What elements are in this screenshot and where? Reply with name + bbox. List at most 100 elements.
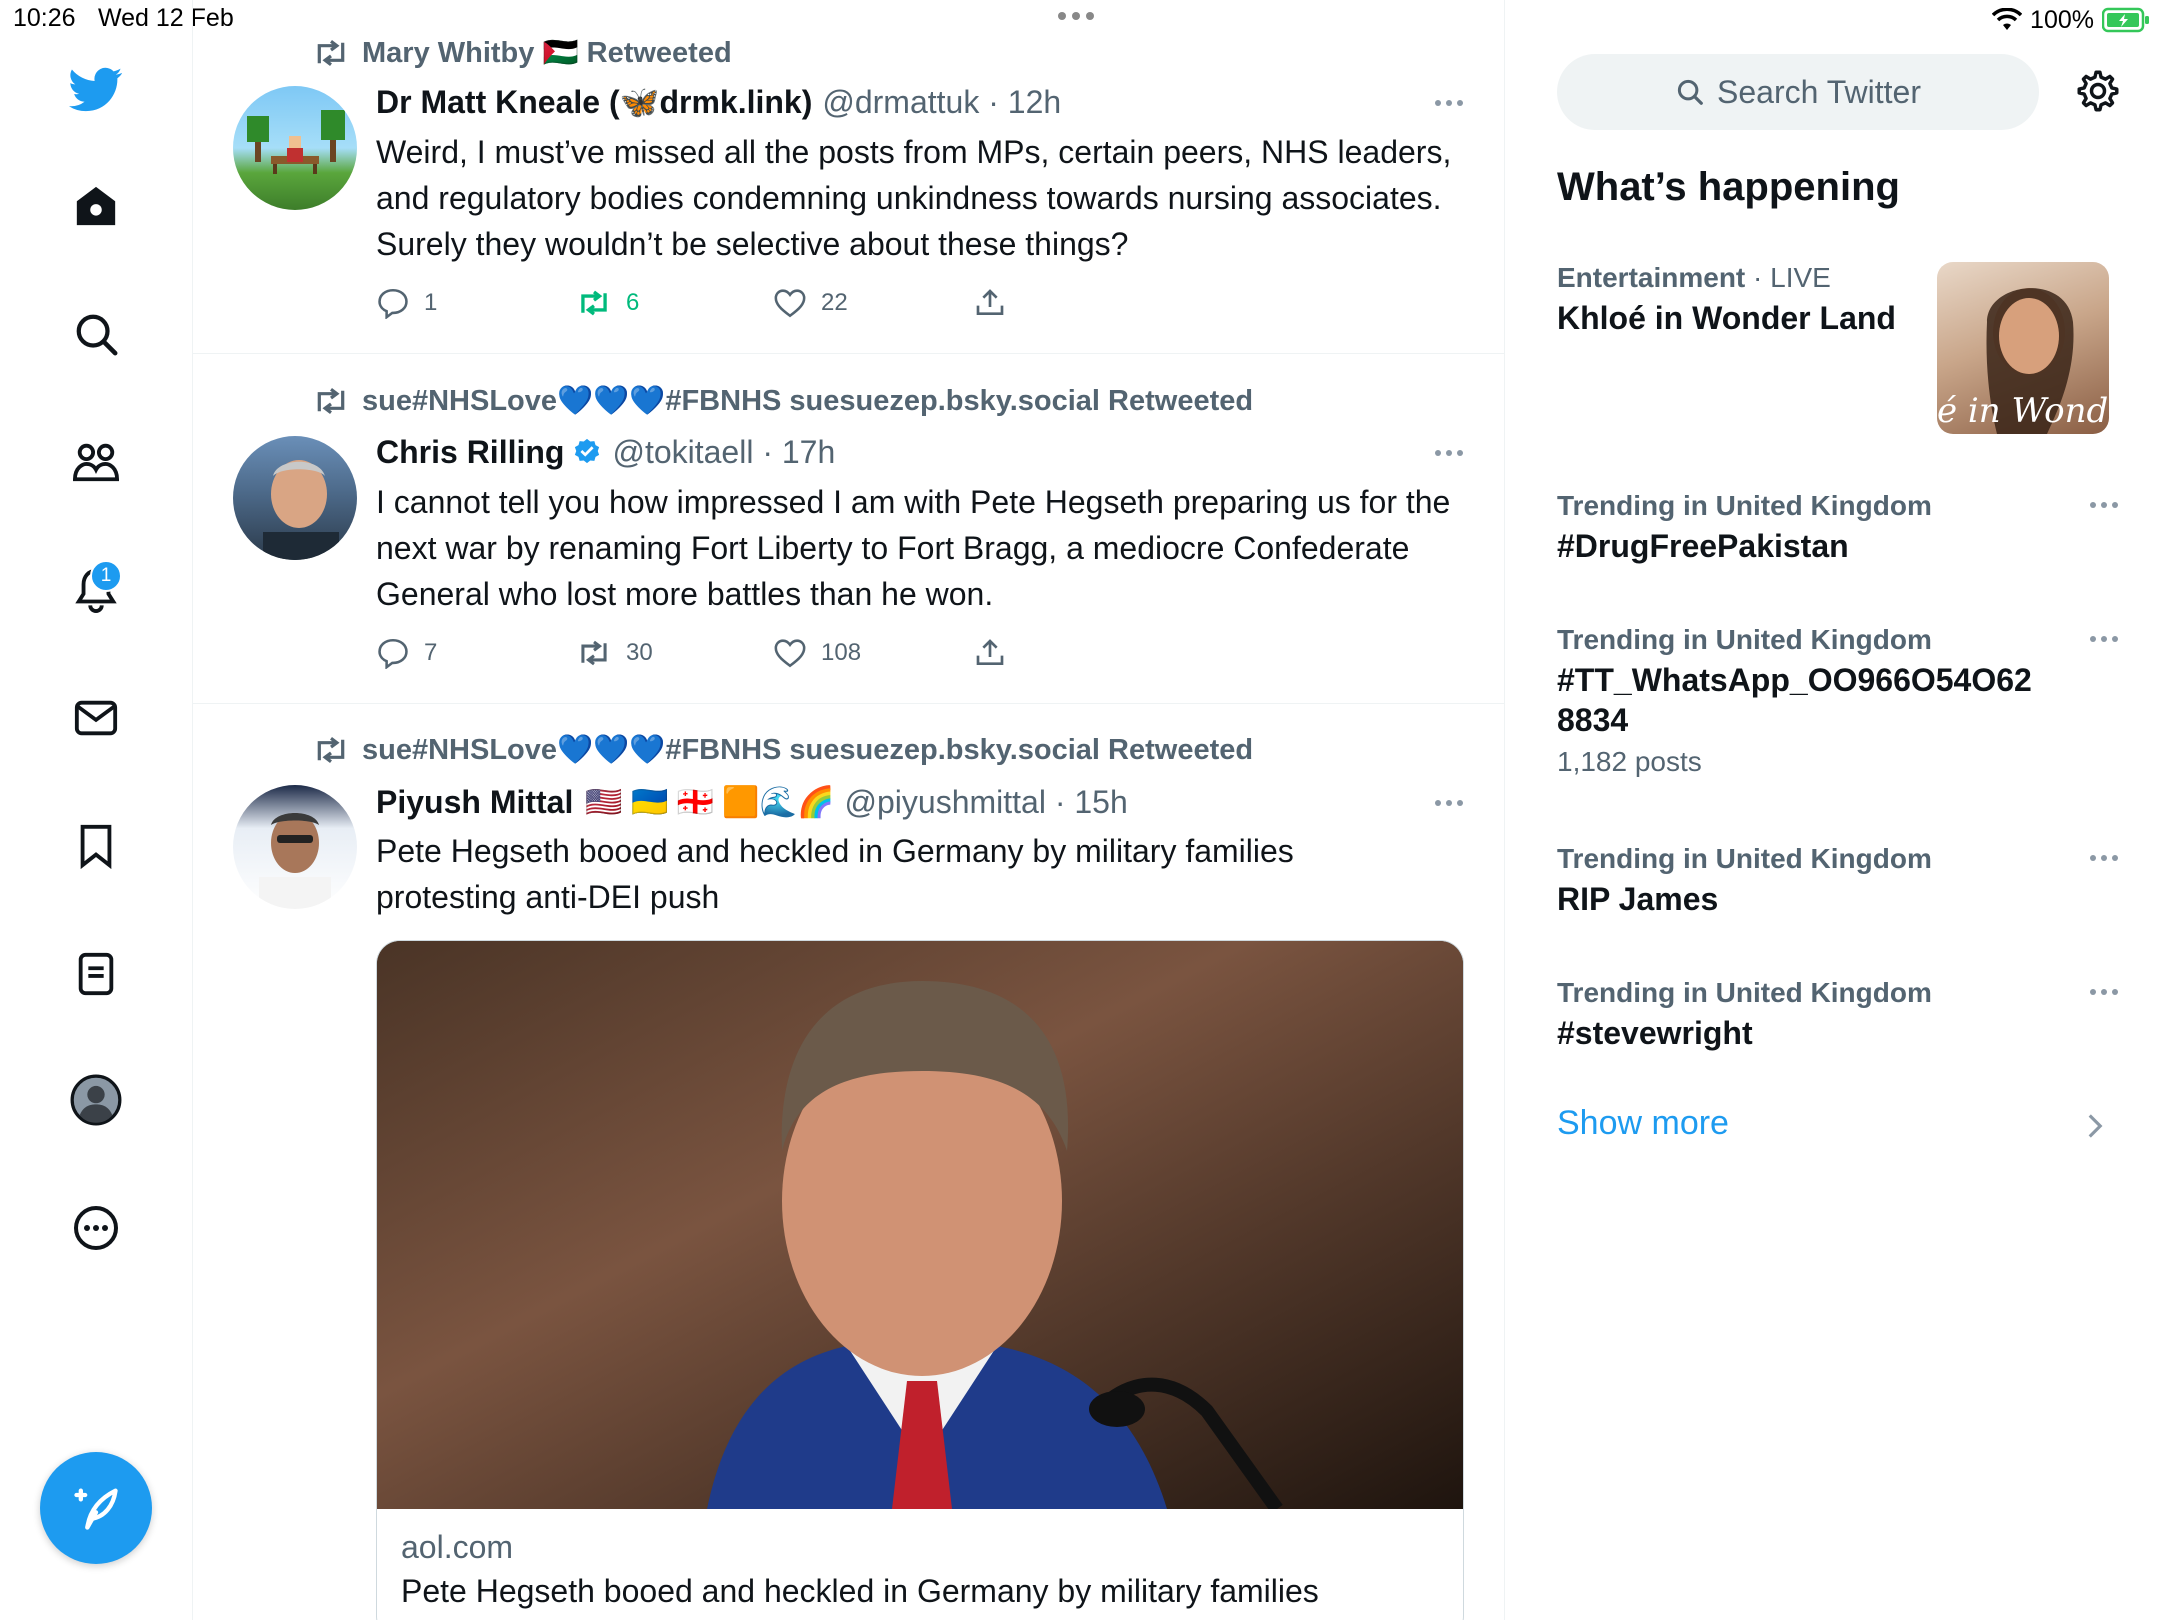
twitter-logo-icon[interactable]: [68, 62, 124, 118]
trend-name: #DrugFreePakistan: [1557, 528, 1849, 564]
tweet[interactable]: sue#NHSLove💙💙💙#FBNHS suesuezep.bsky.soci…: [193, 704, 1504, 1620]
trend-item[interactable]: Trending in United Kingdom #DrugFreePaki…: [1557, 490, 2117, 566]
trend-more-options[interactable]: [2090, 636, 2118, 642]
author-name[interactable]: Piyush Mittal: [376, 784, 573, 821]
trend-item[interactable]: Entertainment · LIVE Khloé in Wonder Lan…: [1557, 262, 1927, 338]
tweet-text: Weird, I must’ve missed all the posts fr…: [376, 134, 1452, 262]
trend-name: Khloé in Wonder Land: [1557, 300, 1896, 336]
compose-feather-icon: [74, 1488, 118, 1530]
trend-category: Trending in United Kingdom: [1557, 977, 1932, 1008]
retweet-icon: [317, 737, 345, 763]
retweeted-by: Mary Whitby 🇵🇸 Retweeted: [316, 33, 732, 73]
compose-tweet-button[interactable]: [40, 1452, 152, 1564]
retweeted-by-label: Mary Whitby 🇵🇸 Retweeted: [362, 37, 732, 69]
tweet-header: Piyush Mittal 🇺🇸 🇺🇦 🇬🇪 🟧🌊🌈 @piyushmittal…: [376, 780, 1128, 824]
communities-icon[interactable]: [68, 434, 124, 490]
search-icon: [1677, 79, 1703, 105]
retweet-icon: [317, 388, 345, 414]
tweet-text: I cannot tell you how impressed I am wit…: [376, 484, 1451, 612]
retweet-icon: [317, 40, 345, 66]
trend-category: Trending in United Kingdom: [1557, 843, 1932, 874]
trend-item[interactable]: Trending in United Kingdom RIP James: [1557, 843, 2117, 919]
retweet-count: 30: [626, 639, 653, 666]
retweeted-by: sue#NHSLove💙💙💙#FBNHS suesuezep.bsky.soci…: [316, 381, 1253, 421]
search-input[interactable]: Search Twitter: [1557, 54, 2039, 130]
reply-icon: [378, 638, 408, 669]
profile-avatar-icon[interactable]: [68, 1072, 124, 1128]
trend-category: Entertainment · LIVE: [1557, 262, 1831, 293]
reply-button[interactable]: 1: [376, 283, 437, 323]
heart-icon: [774, 289, 806, 318]
tweet[interactable]: Mary Whitby 🇵🇸 Retweeted Dr Matt Kneale …: [193, 0, 1504, 354]
card-domain: aol.com: [401, 1529, 514, 1565]
share-button[interactable]: [974, 633, 1006, 673]
settings-gear-icon[interactable]: [2075, 68, 2121, 114]
retweet-button[interactable]: 6: [576, 283, 639, 323]
trend-more-options[interactable]: [2090, 855, 2118, 861]
trend-name: #stevewright: [1557, 1015, 1753, 1051]
trend-more-options[interactable]: [2090, 989, 2118, 995]
author-flags: 🇺🇸 🇺🇦 🇬🇪 🟧🌊🌈: [585, 785, 835, 819]
timeline-feed: Mary Whitby 🇵🇸 Retweeted Dr Matt Kneale …: [193, 0, 1505, 1620]
search-icon[interactable]: [68, 306, 124, 362]
chevron-right-icon: [2088, 1114, 2103, 1138]
heart-icon: [774, 639, 806, 668]
trend-name: #TT_WhatsApp_OO966O54O62 8834: [1557, 662, 2032, 738]
tweet-more-options[interactable]: [1435, 450, 1463, 456]
like-count: 22: [821, 289, 848, 316]
retweeted-by: sue#NHSLove💙💙💙#FBNHS suesuezep.bsky.soci…: [316, 730, 1253, 770]
show-more-link[interactable]: Show more: [1557, 1104, 1729, 1143]
trend-item[interactable]: Trending in United Kingdom #TT_WhatsApp_…: [1557, 624, 2077, 778]
home-icon[interactable]: [68, 178, 124, 234]
article-image[interactable]: [377, 941, 1463, 1509]
author-handle-time[interactable]: @tokitaell · 17h: [612, 434, 835, 471]
right-sidebar: Search Twitter What’s happening Entertai…: [1505, 0, 2160, 1620]
tweet-more-options[interactable]: [1435, 100, 1463, 106]
tweet-header: Dr Matt Kneale (🦋drmk.link) @drmattuk · …: [376, 80, 1061, 124]
retweet-icon: [581, 290, 607, 316]
trend-post-count: 1,182 posts: [1557, 746, 1702, 777]
like-button[interactable]: 108: [773, 633, 861, 673]
svg-text:é in Wonder: é in Wonder: [1937, 391, 2109, 431]
author-name[interactable]: Chris Rilling: [376, 434, 564, 471]
trend-name: RIP James: [1557, 881, 1719, 917]
avatar[interactable]: [233, 436, 357, 560]
share-icon: [976, 289, 1004, 315]
sidebar-nav: 1: [0, 0, 193, 1620]
tweet-text: Pete Hegseth booed and heckled in German…: [376, 833, 1294, 915]
tweet-actions: 7 30 108: [376, 633, 1076, 673]
author-name[interactable]: Dr Matt Kneale (🦋drmk.link): [376, 83, 812, 121]
notifications-bell-icon[interactable]: 1: [68, 560, 124, 618]
notification-badge: 1: [90, 560, 122, 592]
reply-button[interactable]: 7: [376, 633, 437, 673]
trend-thumbnail[interactable]: é in Wonder: [1937, 262, 2109, 434]
tweet[interactable]: sue#NHSLove💙💙💙#FBNHS suesuezep.bsky.soci…: [193, 354, 1504, 704]
trend-item[interactable]: Trending in United Kingdom #stevewright: [1557, 977, 2117, 1053]
tweet-actions: 1 6 22: [376, 283, 1076, 323]
bookmarks-icon[interactable]: [68, 818, 124, 874]
avatar[interactable]: [233, 86, 357, 210]
lists-icon[interactable]: [68, 946, 124, 1002]
retweeted-by-label: sue#NHSLove💙💙💙#FBNHS suesuezep.bsky.soci…: [362, 385, 1254, 417]
like-button[interactable]: 22: [773, 283, 848, 323]
retweet-button[interactable]: 30: [576, 633, 653, 673]
author-handle-time[interactable]: @piyushmittal · 15h: [845, 784, 1128, 821]
reply-count: 1: [424, 289, 438, 316]
tweet-more-options[interactable]: [1435, 800, 1463, 806]
verified-badge-icon: [575, 438, 600, 464]
share-icon: [976, 639, 1004, 665]
retweet-count: 6: [626, 289, 640, 316]
more-options-icon[interactable]: [68, 1200, 124, 1256]
trend-more-options[interactable]: [2090, 502, 2118, 508]
messages-envelope-icon[interactable]: [68, 690, 124, 746]
avatar[interactable]: [233, 785, 357, 909]
link-preview-card[interactable]: aol.com Pete Hegseth booed and heckled i…: [376, 940, 1464, 1620]
like-count: 108: [821, 639, 862, 666]
author-handle-time[interactable]: @drmattuk · 12h: [822, 84, 1061, 121]
share-button[interactable]: [974, 283, 1006, 323]
search-placeholder: Search Twitter: [1717, 73, 1921, 110]
retweet-icon: [581, 640, 607, 666]
retweeted-by-label: sue#NHSLove💙💙💙#FBNHS suesuezep.bsky.soci…: [362, 734, 1254, 766]
reply-count: 7: [424, 639, 438, 666]
tweet-header: Chris Rilling @tokitaell · 17h: [376, 430, 835, 474]
